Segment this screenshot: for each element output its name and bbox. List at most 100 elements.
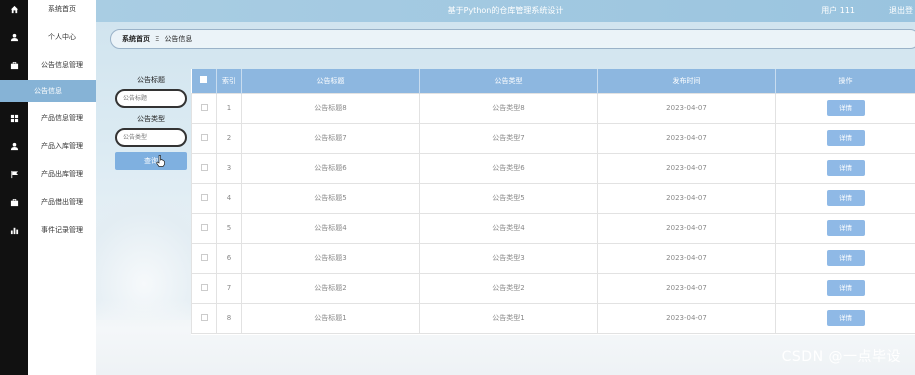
title-search-input[interactable] — [115, 89, 187, 108]
table-row: 7 公告标题2 公告类型2 2023-04-07 详情 — [191, 272, 915, 304]
row-date: 2023-04-07 — [597, 272, 776, 304]
grid-icon[interactable] — [0, 109, 28, 127]
table-row: 5 公告标题4 公告类型4 2023-04-07 详情 — [191, 212, 915, 244]
detail-button[interactable]: 详情 — [826, 220, 865, 236]
row-checkbox-cell[interactable] — [191, 302, 217, 334]
column-header-action: 操作 — [775, 69, 915, 93]
row-checkbox-cell[interactable] — [191, 212, 217, 244]
row-action-cell: 详情 — [775, 152, 915, 184]
breadcrumb-separator: Ξ — [155, 35, 160, 43]
menu-item-notice-management[interactable]: 公告信息管理 — [28, 54, 96, 76]
row-checkbox[interactable] — [200, 283, 208, 291]
table-row: 1 公告标题8 公告类型8 2023-04-07 详情 — [191, 92, 915, 124]
select-all-checkbox-cell[interactable] — [191, 69, 217, 93]
menu-item-event-log[interactable]: 事件记录管理 — [28, 219, 96, 241]
row-type: 公告类型8 — [419, 92, 598, 124]
user-name: 用户 111 — [821, 6, 855, 15]
row-title: 公告标题3 — [241, 242, 420, 274]
briefcase-icon[interactable] — [0, 56, 28, 74]
menu-item-notice-info[interactable]: 公告信息 — [0, 80, 96, 102]
column-header-date[interactable]: 发布时间 — [597, 69, 776, 93]
app-title: 基于Python的仓库管理系统设计 — [447, 6, 564, 15]
row-date: 2023-04-07 — [597, 302, 776, 334]
row-action-cell: 详情 — [775, 122, 915, 154]
menu-item-product-lending[interactable]: 产品借出管理 — [28, 191, 96, 213]
briefcase-icon[interactable] — [0, 193, 28, 211]
menu-item-home[interactable]: 系统首页 — [28, 0, 96, 20]
column-header-type[interactable]: 公告类型 — [419, 69, 598, 93]
sidebar-menu: 系统首页 个人中心 公告信息管理 公告信息 产品信息管理 产品入库管理 产品出库… — [0, 0, 96, 375]
row-checkbox[interactable] — [200, 163, 208, 171]
row-checkbox-cell[interactable] — [191, 272, 217, 304]
detail-button[interactable]: 详情 — [826, 160, 865, 176]
type-search-input[interactable] — [115, 128, 187, 147]
row-title: 公告标题5 — [241, 182, 420, 214]
row-date: 2023-04-07 — [597, 152, 776, 184]
row-index: 6 — [216, 242, 242, 274]
table-row: 6 公告标题3 公告类型3 2023-04-07 详情 — [191, 242, 915, 274]
row-checkbox[interactable] — [200, 223, 208, 231]
row-index: 2 — [216, 122, 242, 154]
row-title: 公告标题4 — [241, 212, 420, 244]
row-checkbox[interactable] — [200, 313, 208, 321]
table-row: 3 公告标题6 公告类型6 2023-04-07 详情 — [191, 152, 915, 184]
table-row: 4 公告标题5 公告类型5 2023-04-07 详情 — [191, 182, 915, 214]
column-header-title[interactable]: 公告标题 — [241, 69, 420, 93]
breadcrumb-home[interactable]: 系统首页 — [122, 34, 150, 44]
user-icon[interactable] — [0, 137, 28, 155]
row-index: 3 — [216, 152, 242, 184]
menu-item-product-outbound[interactable]: 产品出库管理 — [28, 163, 96, 185]
home-icon[interactable] — [0, 0, 28, 18]
detail-button[interactable]: 详情 — [826, 190, 865, 206]
breadcrumb-current: 公告信息 — [164, 35, 193, 43]
table-row: 2 公告标题7 公告类型7 2023-04-07 详情 — [191, 122, 915, 154]
row-action-cell: 详情 — [775, 182, 915, 214]
row-title: 公告标题6 — [241, 152, 420, 184]
row-action-cell: 详情 — [775, 92, 915, 124]
user-icon[interactable] — [0, 28, 28, 46]
search-button[interactable]: 查询 — [115, 152, 187, 170]
row-index: 7 — [216, 272, 242, 304]
type-search-label: 公告类型 — [137, 115, 165, 123]
row-checkbox[interactable] — [200, 253, 208, 261]
row-checkbox[interactable] — [200, 193, 208, 201]
row-type: 公告类型2 — [419, 272, 598, 304]
row-index: 1 — [216, 92, 242, 124]
row-date: 2023-04-07 — [597, 242, 776, 274]
row-index: 4 — [216, 182, 242, 214]
watermark: CSDN @一点毕设 — [781, 349, 901, 365]
row-action-cell: 详情 — [775, 272, 915, 304]
row-checkbox-cell[interactable] — [191, 182, 217, 214]
row-type: 公告类型4 — [419, 212, 598, 244]
row-checkbox-cell[interactable] — [191, 242, 217, 274]
menu-item-product-inbound[interactable]: 产品入库管理 — [28, 135, 96, 157]
row-title: 公告标题1 — [241, 302, 420, 334]
row-type: 公告类型6 — [419, 152, 598, 184]
detail-button[interactable]: 详情 — [826, 280, 865, 296]
row-index: 8 — [216, 302, 242, 334]
detail-button[interactable]: 详情 — [826, 310, 865, 326]
row-checkbox-cell[interactable] — [191, 122, 217, 154]
title-search-label: 公告标题 — [137, 76, 165, 84]
bar-chart-icon[interactable] — [0, 221, 28, 239]
row-title: 公告标题7 — [241, 122, 420, 154]
row-checkbox-cell[interactable] — [191, 152, 217, 184]
row-title: 公告标题8 — [241, 92, 420, 124]
table-header-row: 索引 公告标题 公告类型 发布时间 操作 — [191, 69, 915, 93]
menu-item-profile[interactable]: 个人中心 — [28, 26, 96, 48]
detail-button[interactable]: 详情 — [826, 250, 865, 266]
row-checkbox[interactable] — [200, 133, 208, 141]
row-checkbox[interactable] — [200, 103, 208, 111]
row-checkbox-cell[interactable] — [191, 92, 217, 124]
row-action-cell: 详情 — [775, 302, 915, 334]
row-date: 2023-04-07 — [597, 92, 776, 124]
select-all-checkbox[interactable] — [200, 76, 208, 84]
row-action-cell: 详情 — [775, 212, 915, 244]
breadcrumb: 系统首页 Ξ 公告信息 — [110, 29, 915, 49]
row-type: 公告类型1 — [419, 302, 598, 334]
flag-icon[interactable] — [0, 165, 28, 183]
detail-button[interactable]: 详情 — [826, 100, 865, 116]
menu-item-product-info[interactable]: 产品信息管理 — [28, 107, 96, 129]
detail-button[interactable]: 详情 — [826, 130, 865, 146]
logout-link[interactable]: 退出登 — [889, 5, 913, 16]
